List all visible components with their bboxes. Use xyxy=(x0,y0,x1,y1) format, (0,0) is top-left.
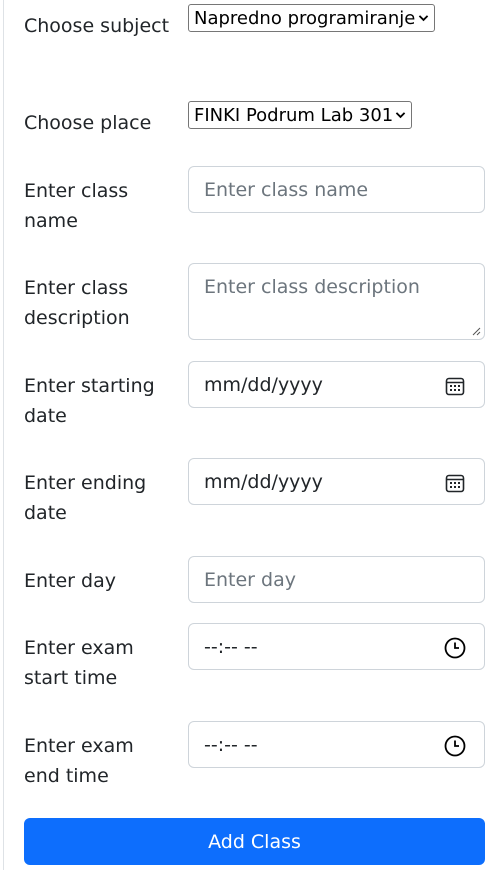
calendar-icon[interactable] xyxy=(444,472,466,494)
add-class-button[interactable]: Add Class xyxy=(24,818,485,865)
exam-end-time-label: Enter exam end time xyxy=(24,735,134,787)
chevron-down-icon xyxy=(395,112,406,119)
place-select[interactable]: FINKI Podrum Lab 301 xyxy=(188,101,412,129)
class-description-textarea[interactable]: Enter class description xyxy=(188,263,485,340)
day-placeholder: Enter day xyxy=(204,568,296,591)
class-description-placeholder: Enter class description xyxy=(204,276,420,298)
chevron-down-icon xyxy=(418,15,429,22)
exam-start-time-value: --:-- -- xyxy=(204,635,258,658)
exam-start-time-input[interactable]: --:-- -- xyxy=(188,623,485,670)
class-name-input[interactable]: Enter class name xyxy=(188,166,485,213)
class-description-label: Enter class description xyxy=(24,277,130,329)
class-name-placeholder: Enter class name xyxy=(204,178,369,201)
day-label: Enter day xyxy=(24,570,116,592)
calendar-icon[interactable] xyxy=(444,375,466,397)
class-name-label: Enter class name xyxy=(24,180,129,232)
exam-end-time-input[interactable]: --:-- -- xyxy=(188,721,485,768)
day-input[interactable]: Enter day xyxy=(188,556,485,603)
ending-date-value: mm/dd/yyyy xyxy=(204,470,323,493)
exam-start-time-label: Enter exam start time xyxy=(24,637,134,689)
subject-label: Choose subject xyxy=(24,15,170,37)
starting-date-value: mm/dd/yyyy xyxy=(204,373,323,396)
place-selected-value: FINKI Podrum Lab 301 xyxy=(194,104,394,126)
clock-icon[interactable] xyxy=(444,735,466,757)
exam-end-time-value: --:-- -- xyxy=(204,733,258,756)
starting-date-input[interactable]: mm/dd/yyyy xyxy=(188,361,485,408)
ending-date-input[interactable]: mm/dd/yyyy xyxy=(188,458,485,505)
clock-icon[interactable] xyxy=(444,637,466,659)
ending-date-label: Enter ending date xyxy=(24,472,147,524)
resize-grip-icon[interactable] xyxy=(471,326,481,336)
container-border xyxy=(3,0,4,870)
starting-date-label: Enter starting date xyxy=(24,375,155,427)
place-label: Choose place xyxy=(24,112,152,134)
subject-select[interactable]: Napredno programiranje xyxy=(188,4,435,32)
subject-selected-value: Napredno programiranje xyxy=(194,7,416,29)
